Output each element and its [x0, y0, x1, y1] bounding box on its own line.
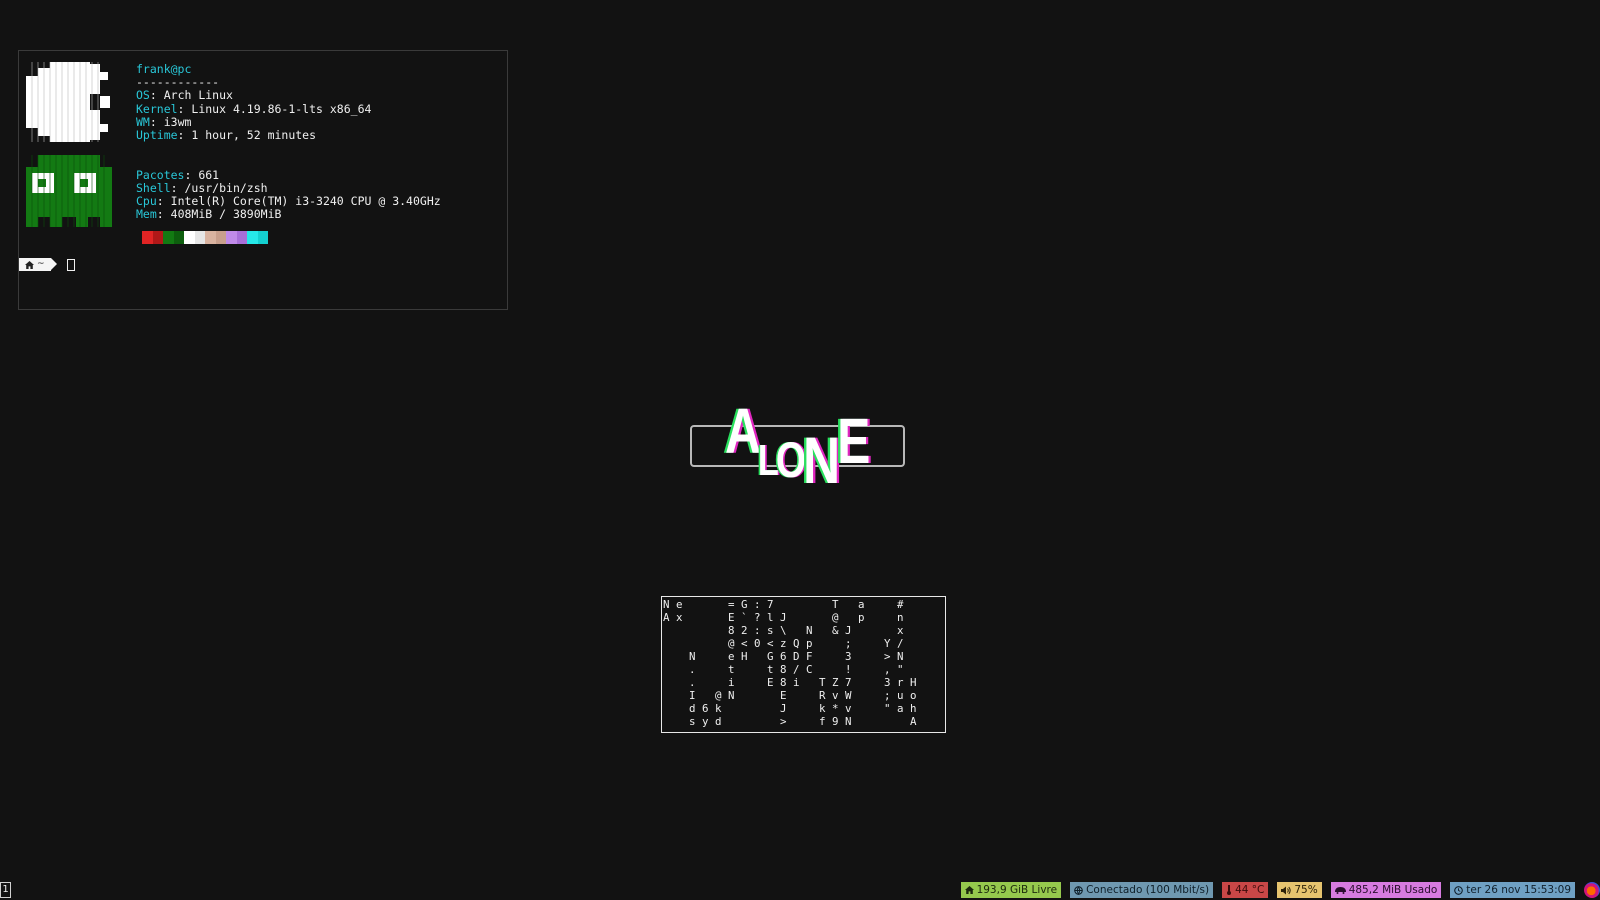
temperature-module[interactable]: 44 °C [1222, 882, 1269, 898]
status-modules: 193,9 GiB Livre Conectado (100 Mbit/s) 4… [960, 882, 1600, 898]
info-value-kernel: Linux 4.19.86-1-lts x86_64 [191, 101, 372, 116]
temperature-label: 44 °C [1235, 884, 1265, 896]
volume-module[interactable]: 75% [1277, 882, 1322, 898]
info-key-kernel: Kernel [136, 101, 178, 116]
color-swatch [163, 231, 174, 244]
status-bar: 1 193,9 GiB Livre Conectado (100 Mbit/s)… [0, 880, 1600, 900]
home-icon [25, 260, 34, 269]
network-module[interactable]: Conectado (100 Mbit/s) [1070, 882, 1214, 898]
color-swatch [226, 231, 237, 244]
thermometer-icon [1227, 885, 1232, 895]
color-swatch [236, 231, 247, 244]
ghost-ascii-art [26, 155, 112, 227]
disk-module[interactable]: 193,9 GiB Livre [960, 882, 1062, 898]
info-value-wm: i3wm [163, 114, 192, 129]
prompt-directory: ~ [19, 258, 57, 271]
terminal-window[interactable]: frank@pc ------------ OS: Arch Linux Ker… [18, 50, 508, 310]
user-host: frank@pc [136, 62, 192, 76]
alone-logo: ALONE [690, 395, 915, 495]
color-swatch [247, 231, 258, 244]
speaker-icon [1281, 886, 1291, 894]
info-value-packages: 661 [198, 167, 220, 182]
info-key-uptime: Uptime [136, 128, 178, 143]
matrix-terminal[interactable]: N e = G : 7 T a # A x E ` ? l J @ p n 8 … [661, 596, 946, 733]
logo-letter: N [803, 423, 840, 497]
network-label: Conectado (100 Mbit/s) [1086, 884, 1210, 896]
memory-icon [1334, 887, 1346, 894]
info-value-uptime: 1 hour, 52 minutes [191, 128, 317, 143]
system-info: frank@pc ------------ OS: Arch Linux Ker… [136, 62, 441, 222]
info-value-cpu: Intel(R) Core(TM) i3-3240 CPU @ 3.40GHz [170, 194, 441, 209]
logo-letter: O [775, 432, 806, 488]
workspace-button[interactable]: 1 [0, 882, 11, 898]
pacman-ascii-art [26, 62, 110, 142]
clock-icon [1454, 885, 1464, 895]
logo-letter: L [757, 436, 779, 485]
info-value-os: Arch Linux [163, 88, 233, 103]
info-key-os: OS [136, 88, 150, 103]
globe-icon [1074, 885, 1083, 895]
shell-prompt[interactable]: ~ [19, 258, 75, 271]
color-swatch [215, 231, 226, 244]
logo-letter: E [837, 405, 870, 477]
logo-word: ALONE [725, 395, 870, 493]
color-swatch [184, 231, 195, 244]
logo-letter: A [725, 395, 761, 467]
prompt-dir-label: ~ [37, 259, 45, 269]
firefox-icon[interactable] [1584, 882, 1600, 898]
date-label: ter 26 nov 15:53:09 [1466, 884, 1571, 896]
memory-module[interactable]: 485,2 MiB Usado [1330, 882, 1442, 898]
color-swatch [205, 231, 216, 244]
volume-label: 75% [1294, 884, 1318, 896]
info-separator: ------------ [136, 75, 220, 90]
info-value-shell: /usr/bin/zsh [184, 180, 268, 195]
info-key-mem: Mem [136, 207, 157, 222]
color-swatch [142, 231, 153, 244]
color-swatch [257, 231, 268, 244]
info-key-packages: Pacotes [136, 167, 185, 182]
home-icon [964, 886, 974, 894]
color-swatch [173, 231, 184, 244]
info-key-wm: WM [136, 114, 150, 129]
color-swatch [194, 231, 205, 244]
info-key-cpu: Cpu [136, 194, 157, 209]
terminal-cursor [66, 258, 75, 271]
matrix-text: N e = G : 7 T a # A x E ` ? l J @ p n 8 … [663, 598, 917, 728]
info-key-shell: Shell [136, 180, 171, 195]
disk-label: 193,9 GiB Livre [976, 884, 1058, 896]
color-swatch [152, 231, 163, 244]
date-module[interactable]: ter 26 nov 15:53:09 [1450, 882, 1575, 898]
color-palette [142, 231, 268, 244]
memory-label: 485,2 MiB Usado [1348, 884, 1438, 896]
info-value-mem: 408MiB / 3890MiB [170, 207, 282, 222]
